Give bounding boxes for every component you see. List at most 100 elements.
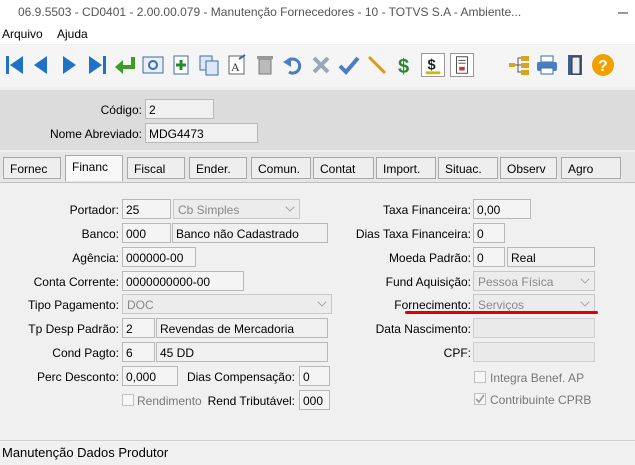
cancel-icon xyxy=(312,56,330,74)
cpf-label: CPF: xyxy=(443,346,471,360)
first-record-button[interactable] xyxy=(3,53,27,77)
fornecimento-label: Fornecimento: xyxy=(394,298,471,312)
delete-button[interactable] xyxy=(253,53,277,77)
exit-button[interactable] xyxy=(563,53,587,77)
copy-button[interactable] xyxy=(197,53,221,77)
print-icon xyxy=(537,55,557,75)
tp-desp-field[interactable]: 2 xyxy=(122,318,155,338)
copy-icon xyxy=(199,55,219,76)
svg-text:$: $ xyxy=(428,58,436,74)
window-title: 06.9.5503 - CD0401 - 2.00.00.079 - Manut… xyxy=(18,5,522,19)
help-button[interactable]: ? xyxy=(591,53,615,77)
tipo-pagamento-select[interactable]: DOC xyxy=(122,294,332,314)
tp-desp-description: Revendas de Mercadoria xyxy=(156,318,328,338)
exit-icon xyxy=(568,55,582,75)
chevron-down-icon xyxy=(317,297,327,307)
delete-icon xyxy=(257,56,273,75)
cpf-field[interactable] xyxy=(473,342,595,362)
dias-compensacao-field[interactable]: 0 xyxy=(299,366,330,386)
tab-bar: Fornec Financ Fiscal Ender. Comun. Conta… xyxy=(0,152,635,182)
portador-type-select[interactable]: Cb Simples xyxy=(173,199,300,219)
cond-pagto-field[interactable]: 6 xyxy=(122,342,155,362)
tab-observ[interactable]: Observ xyxy=(500,157,557,179)
pencil-button[interactable] xyxy=(365,53,389,77)
dollar-doc-icon: $ xyxy=(425,58,441,75)
prev-icon xyxy=(34,56,47,74)
pencil-icon xyxy=(367,55,387,75)
tab-agro[interactable]: Agro xyxy=(561,157,621,179)
dias-compensacao-label: Dias Compensação: xyxy=(186,370,295,384)
minimize-icon xyxy=(618,12,628,14)
conta-corrente-field[interactable]: 0000000000-00 xyxy=(122,271,244,291)
dias-taxa-label: Dias Taxa Financeira: xyxy=(355,227,471,241)
contribuinte-cprb-checkbox[interactable] xyxy=(474,393,486,405)
next-record-button[interactable] xyxy=(57,53,81,77)
annotation-underline xyxy=(405,311,598,314)
edit-button[interactable]: A xyxy=(225,53,249,77)
agencia-field[interactable]: 000000-00 xyxy=(122,247,196,267)
add-button[interactable] xyxy=(169,53,193,77)
tab-fiscal[interactable]: Fiscal xyxy=(127,157,185,179)
menu-ajuda[interactable]: Ajuda xyxy=(57,27,88,41)
last-record-button[interactable] xyxy=(85,53,109,77)
tab-contat[interactable]: Contat xyxy=(313,157,374,179)
undo-icon xyxy=(283,57,302,75)
previous-record-button[interactable] xyxy=(29,53,53,77)
dias-taxa-field[interactable]: 0 xyxy=(473,223,505,243)
contribuinte-cprb-label: Contribuinte CPRB xyxy=(490,393,592,407)
chevron-down-icon xyxy=(580,274,590,284)
codigo-label: Código: xyxy=(100,103,142,117)
dollar-button[interactable]: $ xyxy=(393,53,417,77)
search-icon xyxy=(142,56,164,74)
fund-aquisicao-select[interactable]: Pessoa Física xyxy=(473,271,595,291)
tab-fornec[interactable]: Fornec xyxy=(3,157,61,179)
tab-comun[interactable]: Comun. xyxy=(251,157,311,179)
data-nascimento-field[interactable] xyxy=(473,318,595,338)
nome-abreviado-field[interactable]: MDG4473 xyxy=(145,123,258,143)
fund-aquisicao-label: Fund Aquisição: xyxy=(385,275,471,289)
goto-button[interactable] xyxy=(113,53,137,77)
cancel-button[interactable] xyxy=(309,53,333,77)
edit-icon: A xyxy=(228,54,246,75)
tab-ender[interactable]: Ender. xyxy=(189,157,247,179)
integra-benef-checkbox[interactable] xyxy=(474,371,486,383)
banco-description: Banco não Cadastrado xyxy=(172,223,328,243)
confirm-icon xyxy=(338,56,360,75)
chevron-down-icon xyxy=(580,297,590,307)
taxa-financeira-field[interactable]: 0,00 xyxy=(473,199,531,219)
chevron-down-icon xyxy=(285,202,295,212)
tab-import[interactable]: Import. xyxy=(376,157,436,179)
undo-button[interactable] xyxy=(281,53,305,77)
toolbar: A $ $ ? xyxy=(0,45,635,87)
codigo-field[interactable]: 2 xyxy=(145,99,214,119)
last-icon xyxy=(89,56,106,74)
moeda-description: Real xyxy=(507,247,595,267)
perc-desconto-field[interactable]: 0,000 xyxy=(122,366,178,386)
dollar-doc-button[interactable]: $ xyxy=(421,53,445,77)
rendimento-checkbox[interactable] xyxy=(122,394,134,406)
banco-field[interactable]: 000 xyxy=(122,223,171,243)
conta-corrente-label: Conta Corrente: xyxy=(33,275,119,289)
minimize-button[interactable] xyxy=(611,5,635,19)
search-button[interactable] xyxy=(141,53,165,77)
navigation-icon xyxy=(509,56,529,75)
tab-situac[interactable]: Situac. xyxy=(438,157,498,179)
perc-desconto-label: Perc Desconto: xyxy=(36,370,119,384)
cond-pagto-description: 45 DD xyxy=(156,342,328,362)
taxa-financeira-label: Taxa Financeira: xyxy=(382,203,471,217)
agencia-label: Agência: xyxy=(72,251,119,265)
navigation-button[interactable] xyxy=(507,53,531,77)
print-button[interactable] xyxy=(535,53,559,77)
report-button[interactable] xyxy=(450,53,474,77)
portador-field[interactable]: 25 xyxy=(122,199,171,219)
moeda-field[interactable]: 0 xyxy=(473,247,505,267)
tab-financ[interactable]: Financ xyxy=(65,155,123,181)
rend-tributavel-label: Rend Tributável: xyxy=(207,394,295,408)
menu-arquivo[interactable]: Arquivo xyxy=(2,27,43,41)
tipo-pagamento-value: DOC xyxy=(127,298,154,312)
next-icon xyxy=(63,56,76,74)
integra-benef-label: Integra Benef. AP xyxy=(490,371,585,385)
data-nascimento-label: Data Nascimento: xyxy=(375,322,471,336)
confirm-button[interactable] xyxy=(337,53,361,77)
rend-tributavel-field[interactable]: 000 xyxy=(299,390,330,410)
